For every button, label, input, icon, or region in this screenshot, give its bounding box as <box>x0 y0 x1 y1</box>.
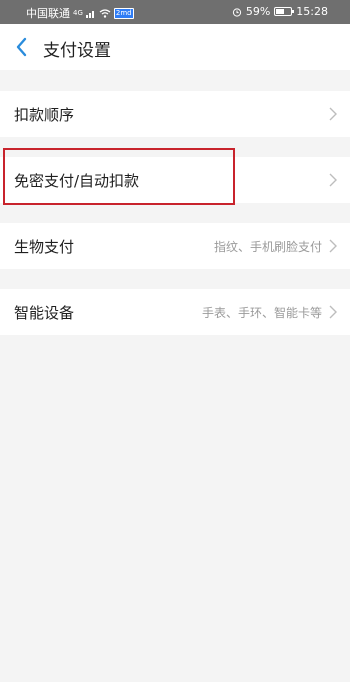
row-value: 指纹、手机刷脸支付 <box>213 240 322 254</box>
wifi-icon <box>99 8 111 18</box>
app-header: 支付设置 <box>0 24 350 70</box>
signal-icon <box>85 10 94 18</box>
row-deduction-order[interactable]: 扣款顺序 <box>0 91 350 137</box>
back-button[interactable] <box>12 34 34 60</box>
battery-fill <box>276 9 285 14</box>
clock: 15:28 <box>296 5 328 18</box>
chevron-right-icon <box>329 305 337 319</box>
status-left: 中国联通 4G 2md <box>26 5 134 21</box>
alarm-icon <box>232 7 241 17</box>
row-label: 扣款顺序 <box>14 106 75 124</box>
chevron-left-icon <box>16 37 27 57</box>
signal-label: 4G <box>73 9 83 17</box>
status-bar: 中国联通 4G 2md 59% 15:28 <box>0 0 350 24</box>
page-title: 支付设置 <box>43 41 111 61</box>
chevron-right-icon <box>329 239 337 253</box>
chevron-right-icon <box>329 107 337 121</box>
row-label: 智能设备 <box>14 304 75 322</box>
row-label: 生物支付 <box>14 238 75 256</box>
chevron-right-icon <box>329 173 337 187</box>
row-value: 手表、手环、智能卡等 <box>201 306 322 320</box>
status-right: 59% 15:28 <box>232 5 328 18</box>
network-badge: 2md <box>113 7 134 19</box>
battery-icon <box>274 7 295 16</box>
row-biometric-pay[interactable]: 生物支付 指纹、手机刷脸支付 <box>0 223 350 269</box>
carrier-name: 中国联通 <box>26 7 70 20</box>
row-smart-devices[interactable]: 智能设备 手表、手环、智能卡等 <box>0 289 350 335</box>
highlight-annotation <box>3 148 235 205</box>
battery-percent: 59% <box>245 5 271 18</box>
